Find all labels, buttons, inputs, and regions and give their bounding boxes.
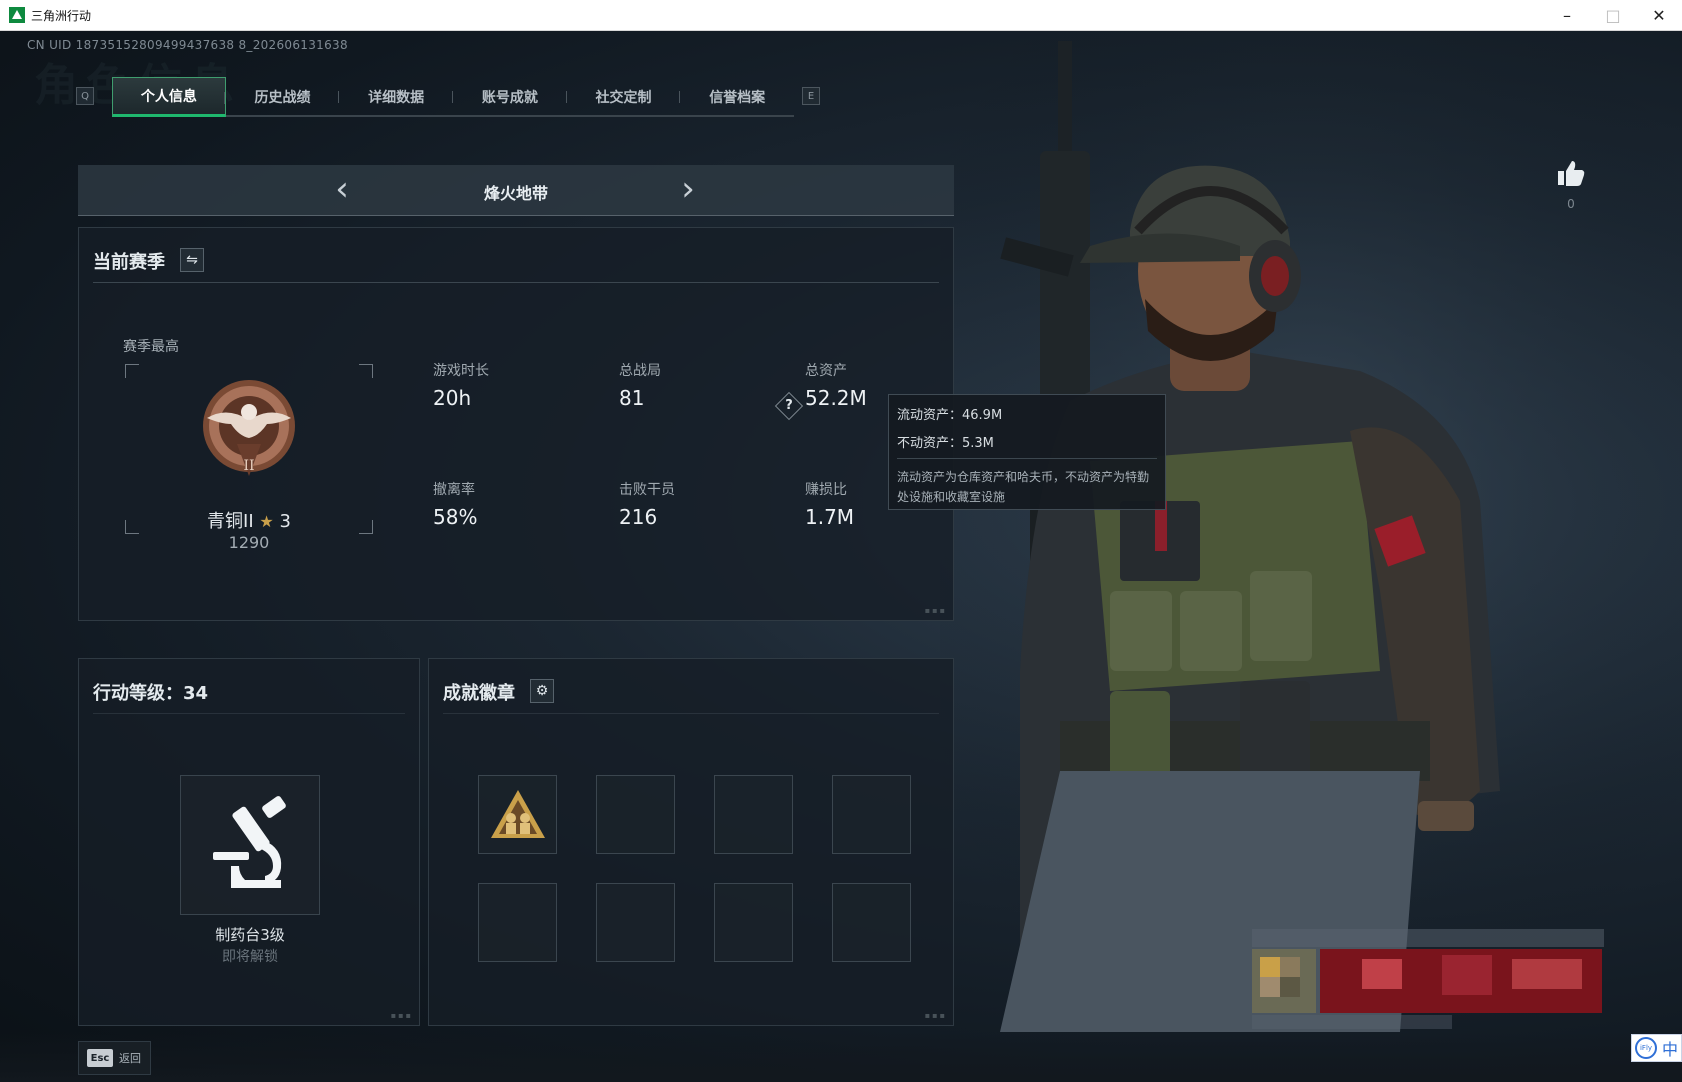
frame-corner: [125, 364, 139, 378]
rank-score: 1290: [228, 533, 270, 552]
window-titlebar: 三角洲行动 – □ ✕: [0, 0, 1682, 31]
liquid-assets: 流动资产：46.9M: [897, 408, 1003, 423]
stat-extraction-rate: 撤离率 58%: [433, 482, 478, 529]
gear-icon[interactable]: ⚙: [530, 679, 554, 703]
minimize-button[interactable]: –: [1544, 0, 1590, 31]
divider: [93, 713, 405, 714]
esc-key-hint: Esc: [87, 1049, 113, 1067]
tab-credit-record[interactable]: 信誉档案: [680, 77, 794, 117]
svg-text:II: II: [243, 458, 254, 474]
panel-corner-dots: ▪▪▪: [924, 1011, 947, 1020]
tab-social-custom[interactable]: 社交定制: [567, 77, 681, 117]
star-icon: ★: [259, 512, 274, 531]
ime-indicator[interactable]: iFly 中: [1631, 1034, 1682, 1062]
mode-title: 烽火地带: [483, 184, 548, 203]
fixed-assets: 不动资产：5.3M: [897, 436, 994, 451]
maximize-button[interactable]: □: [1590, 0, 1636, 31]
window-title: 三角洲行动: [31, 8, 92, 23]
unlock-status: 即将解锁: [222, 949, 278, 965]
tab-personal-info[interactable]: 个人信息: [112, 77, 226, 117]
season-panel: 当前赛季 ⇋ 赛季最高 II 青铜II ★ 3 1290 游戏时长 20h 总战…: [78, 227, 954, 621]
season-title: 当前赛季: [93, 252, 165, 273]
badge-slot-3[interactable]: [714, 775, 793, 854]
stat-total-assets: 总资产 52.2M: [805, 363, 867, 410]
stat-total-matches: 总战局 81: [619, 363, 661, 410]
panel-corner-dots: ▪▪▪: [390, 1011, 413, 1020]
main-tab-bar: Q 个人信息 历史战绩 详细数据 账号成就 社交定制 信誉档案 E: [76, 77, 826, 117]
frame-corner: [359, 364, 373, 378]
ime-language-label: 中: [1662, 1040, 1679, 1059]
next-tab-key-hint[interactable]: E: [802, 87, 820, 105]
chevron-right-icon[interactable]: ›: [670, 169, 706, 209]
prev-tab-key-hint[interactable]: Q: [76, 87, 94, 105]
badge-slot-2[interactable]: [596, 775, 675, 854]
mode-selector: ‹ 烽火地带 ›: [78, 165, 954, 216]
bronze-rank-emblem-icon: II: [203, 380, 295, 476]
close-button[interactable]: ✕: [1636, 0, 1682, 31]
stat-operators-defeated: 击败干员 216: [619, 482, 675, 529]
back-button[interactable]: Esc 返回: [78, 1041, 151, 1075]
tab-detailed-data[interactable]: 详细数据: [339, 77, 453, 117]
swap-icon[interactable]: ⇋: [180, 248, 204, 272]
badge-slot-7[interactable]: [714, 883, 793, 962]
like-widget: 0: [1556, 159, 1586, 211]
achievement-badges-panel: 成就徽章 ⚙ ▪▪▪: [428, 658, 954, 1026]
divider: [443, 713, 939, 714]
rank-stars: 3: [279, 511, 291, 532]
tab-battle-history[interactable]: 历史战绩: [226, 77, 340, 117]
badge-slot-1[interactable]: [478, 775, 557, 854]
like-count: 0: [1567, 197, 1575, 211]
action-level-title: 行动等级：34: [93, 683, 209, 704]
ifly-logo-icon: iFly: [1635, 1037, 1657, 1059]
badge-slot-4[interactable]: [832, 775, 911, 854]
player-uid: CN UID 18735152809499437638 8_2026061316…: [27, 38, 348, 52]
frame-corner: [125, 520, 139, 534]
operator-team-badge-icon: [491, 790, 545, 838]
window-controls: – □ ✕: [1544, 0, 1682, 31]
blurred-player-card: [1252, 929, 1604, 1029]
divider: [897, 458, 1157, 459]
tab-list: 个人信息 历史战绩 详细数据 账号成就 社交定制 信誉档案: [112, 77, 794, 117]
badge-slot-5[interactable]: [478, 883, 557, 962]
rank-tier: 青铜II: [207, 511, 254, 532]
season-best-label: 赛季最高: [123, 339, 179, 355]
assets-tooltip: 流动资产：46.9M 不动资产：5.3M 流动资产为仓库资产和哈夫币，不动资产为…: [888, 394, 1166, 510]
badges-title: 成就徽章: [443, 683, 515, 704]
stat-profit-loss-ratio: 赚损比 1.7M: [805, 482, 855, 529]
frame-corner: [359, 520, 373, 534]
thumbs-up-icon[interactable]: [1556, 159, 1586, 187]
stat-play-time: 游戏时长 20h: [433, 363, 489, 410]
panel-corner-dots: ▪▪▪: [924, 606, 947, 615]
action-level-panel: 行动等级：34 制药台3级 即将解锁 ▪▪▪: [78, 658, 420, 1026]
back-label: 返回: [119, 1052, 141, 1065]
app-logo-icon: [9, 7, 25, 23]
divider: [93, 282, 939, 283]
assets-description: 流动资产为仓库资产和哈夫币，不动资产为特勤处设施和收藏室设施: [897, 470, 1150, 504]
rank-name: 青铜II ★ 3: [139, 507, 359, 533]
bottom-bar: [0, 1032, 1682, 1082]
game-scene: 角色信息 CN UID 18735152809499437638 8_20260…: [0, 31, 1682, 1082]
badge-slot-6[interactable]: [596, 883, 675, 962]
microscope-icon: [213, 796, 286, 888]
unlock-reward-card[interactable]: [180, 775, 320, 915]
tab-achievements[interactable]: 账号成就: [453, 77, 567, 117]
badge-slot-8[interactable]: [832, 883, 911, 962]
unlock-reward-name: 制药台3级: [215, 926, 285, 944]
